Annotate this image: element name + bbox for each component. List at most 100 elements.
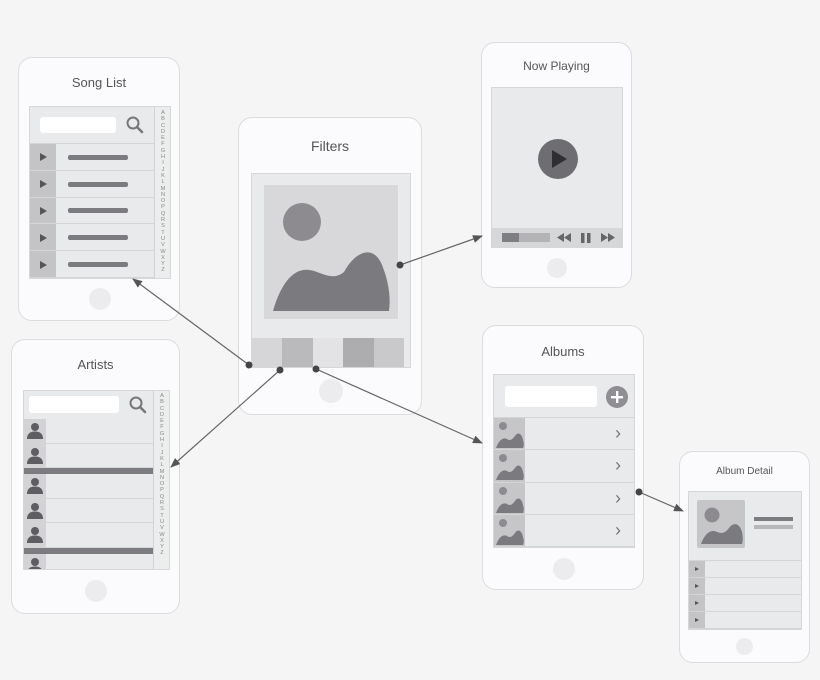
artists-title: Artists	[77, 357, 114, 372]
album-detail-screen	[688, 491, 802, 630]
album-thumbnail	[494, 418, 525, 450]
albums-screen: › › › ›	[493, 374, 635, 548]
track-row[interactable]	[689, 595, 801, 612]
fast-forward-icon[interactable]	[601, 233, 615, 242]
song-title-line	[68, 181, 128, 187]
play-icon[interactable]	[695, 618, 699, 622]
song-title-line	[68, 235, 128, 241]
play-icon[interactable]	[40, 260, 47, 269]
search-icon[interactable]	[126, 116, 144, 134]
album-row[interactable]: ›	[494, 514, 634, 547]
play-icon[interactable]	[40, 153, 47, 162]
albums-search-bar	[494, 375, 634, 418]
add-button[interactable]	[606, 386, 628, 408]
album-row[interactable]: ›	[494, 418, 634, 451]
filter-swatch[interactable]	[373, 338, 404, 367]
progress-track[interactable]	[502, 233, 550, 242]
artists-screen: ABCDEFGHIJKLMNOPQRSTUVWXYZ	[23, 390, 170, 570]
artist-search-input[interactable]	[29, 396, 119, 413]
chevron-right-icon[interactable]: ›	[615, 424, 621, 442]
chevron-right-icon[interactable]: ›	[615, 456, 621, 474]
rewind-icon[interactable]	[557, 233, 571, 242]
albums-title: Albums	[541, 344, 585, 359]
image-icon	[496, 518, 524, 545]
image-icon	[496, 422, 524, 448]
play-button[interactable]	[537, 138, 579, 180]
filter-swatch[interactable]	[282, 338, 313, 367]
filters-phone: Filters	[238, 117, 422, 415]
album-detail-phone: Album Detail	[679, 451, 810, 663]
pause-icon[interactable]	[581, 232, 591, 243]
play-icon[interactable]	[695, 601, 699, 605]
image-icon	[496, 454, 524, 481]
song-row[interactable]	[30, 144, 154, 171]
track-row[interactable]	[689, 561, 801, 578]
album-rows: › › › ›	[494, 418, 634, 547]
album-name-line	[754, 517, 793, 521]
album-row[interactable]: ›	[494, 482, 634, 515]
filters-screen	[251, 173, 411, 368]
home-button	[319, 379, 343, 403]
person-icon	[27, 527, 43, 543]
chevron-right-icon[interactable]: ›	[615, 489, 621, 507]
song-list-screen: ABCDEFGHIJKLMNOPQRSTUVWXYZ	[29, 106, 171, 279]
person-icon	[27, 502, 43, 519]
song-list-search-bar	[30, 107, 154, 144]
home-button	[85, 580, 107, 602]
play-icon[interactable]	[695, 567, 699, 571]
filter-swatch[interactable]	[312, 338, 344, 367]
filter-swatch[interactable]	[252, 338, 283, 367]
play-icon[interactable]	[40, 233, 47, 242]
artist-row[interactable]	[24, 443, 153, 468]
play-icon[interactable]	[40, 206, 47, 215]
filter-preview-image	[264, 185, 398, 319]
artist-row[interactable]	[24, 498, 153, 523]
song-row[interactable]	[30, 170, 154, 198]
alphabet-index[interactable]: ABCDEFGHIJKLMNOPQRSTUVWXYZ	[153, 391, 169, 569]
person-icon	[27, 447, 43, 464]
song-row[interactable]	[30, 251, 154, 278]
index-letter[interactable]: Z	[154, 550, 169, 556]
person-icon	[27, 478, 43, 494]
song-list-phone: Song List ABCDEFGHIJKLMNOPQRSTUVWXYZ	[18, 57, 180, 321]
track-row[interactable]	[689, 578, 801, 595]
image-icon	[273, 203, 390, 311]
album-detail-title: Album Detail	[716, 466, 773, 477]
alphabet-index[interactable]: ABCDEFGHIJKLMNOPQRSTUVWXYZ	[154, 107, 170, 278]
search-icon[interactable]	[129, 396, 147, 414]
album-thumbnail	[494, 514, 525, 546]
song-title-line	[68, 208, 128, 214]
track-row[interactable]	[689, 612, 801, 629]
filters-title: Filters	[310, 138, 350, 154]
artist-row[interactable]	[24, 523, 153, 548]
home-button	[736, 638, 753, 655]
album-search-input[interactable]	[505, 386, 597, 407]
song-search-input[interactable]	[40, 117, 116, 133]
albums-phone: Albums › › › ›	[482, 325, 644, 590]
album-cover	[697, 500, 745, 548]
album-artist-line	[754, 525, 793, 529]
artist-row[interactable]	[24, 553, 153, 569]
album-thumbnail	[494, 482, 525, 514]
person-icon	[28, 557, 42, 569]
image-icon	[496, 486, 524, 513]
play-icon[interactable]	[40, 180, 47, 189]
progress-fill	[502, 233, 519, 242]
filter-swatch-bar	[252, 338, 410, 367]
track-rows	[689, 560, 801, 629]
image-icon	[701, 507, 743, 544]
album-row[interactable]: ›	[494, 450, 634, 483]
song-row[interactable]	[30, 197, 154, 225]
index-letter[interactable]: Z	[155, 267, 170, 273]
artist-row[interactable]	[24, 474, 153, 499]
now-playing-title: Now Playing	[523, 59, 590, 73]
song-title-line	[68, 154, 128, 160]
artist-row[interactable]	[24, 419, 153, 444]
chevron-right-icon[interactable]: ›	[615, 521, 621, 539]
song-row[interactable]	[30, 224, 154, 252]
artist-rows	[24, 419, 153, 569]
filter-swatch[interactable]	[343, 338, 374, 367]
play-icon[interactable]	[695, 584, 699, 588]
home-button	[553, 558, 575, 580]
song-title-line	[68, 262, 128, 268]
